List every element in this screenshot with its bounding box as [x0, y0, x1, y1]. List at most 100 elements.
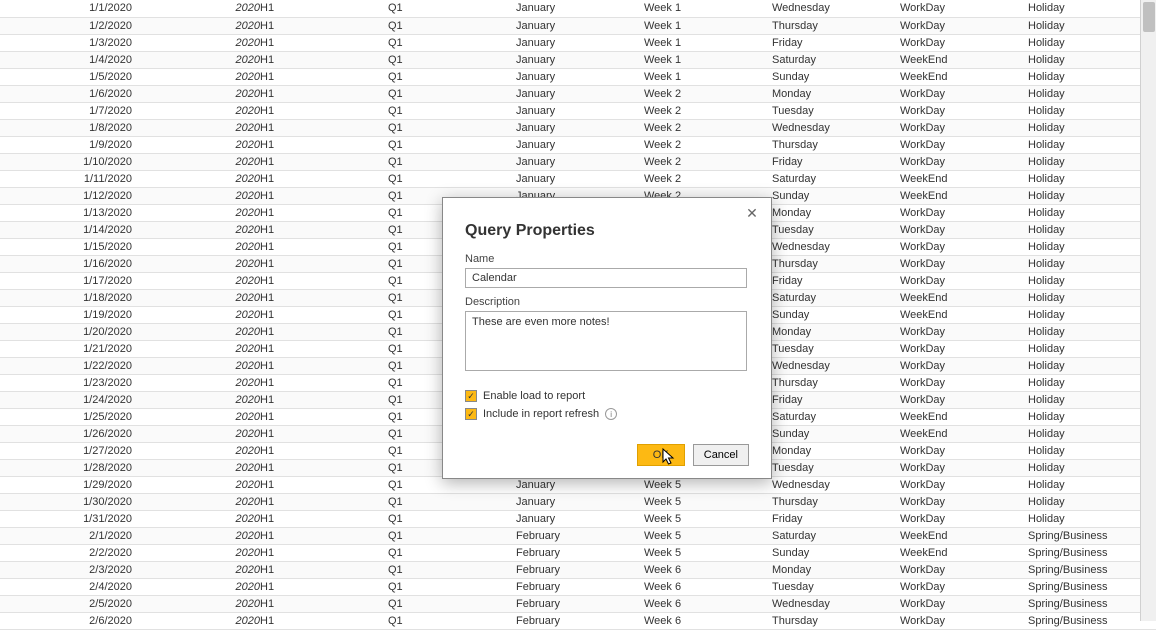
cell-season[interactable]: Spring/Business [1028, 578, 1156, 595]
cell-date[interactable]: 1/3/2020 [0, 34, 132, 51]
cell-year[interactable]: 2020 [132, 187, 260, 204]
cell-month[interactable]: February [516, 578, 644, 595]
cell-half[interactable]: H1 [260, 51, 388, 68]
cell-daytype[interactable]: WorkDay [900, 136, 1028, 153]
cell-daytype[interactable]: WorkDay [900, 476, 1028, 493]
cell-month[interactable]: January [516, 170, 644, 187]
cell-quarter[interactable]: Q1 [388, 119, 516, 136]
cell-day[interactable]: Saturday [772, 51, 900, 68]
cell-season[interactable]: Holiday [1028, 408, 1156, 425]
cell-quarter[interactable]: Q1 [388, 561, 516, 578]
cell-date[interactable]: 1/7/2020 [0, 102, 132, 119]
cell-day[interactable]: Wednesday [772, 476, 900, 493]
cell-half[interactable]: H1 [260, 442, 388, 459]
cell-daytype[interactable]: WorkDay [900, 510, 1028, 527]
cell-day[interactable]: Sunday [772, 187, 900, 204]
cell-year[interactable]: 2020 [132, 170, 260, 187]
cell-quarter[interactable]: Q1 [388, 102, 516, 119]
cell-week[interactable]: Week 1 [644, 51, 772, 68]
cell-daytype[interactable]: WorkDay [900, 578, 1028, 595]
cell-daytype[interactable]: WeekEnd [900, 527, 1028, 544]
cell-season[interactable]: Holiday [1028, 102, 1156, 119]
cell-year[interactable]: 2020 [132, 561, 260, 578]
cell-year[interactable]: 2020 [132, 391, 260, 408]
cell-year[interactable]: 2020 [132, 68, 260, 85]
cell-season[interactable]: Holiday [1028, 238, 1156, 255]
cell-season[interactable]: Holiday [1028, 51, 1156, 68]
cell-year[interactable]: 2020 [132, 289, 260, 306]
cell-date[interactable]: 2/4/2020 [0, 578, 132, 595]
cell-day[interactable]: Saturday [772, 527, 900, 544]
cell-half[interactable]: H1 [260, 527, 388, 544]
cell-month[interactable]: January [516, 34, 644, 51]
cell-season[interactable]: Holiday [1028, 476, 1156, 493]
cell-season[interactable]: Holiday [1028, 153, 1156, 170]
cell-month[interactable]: January [516, 136, 644, 153]
cell-year[interactable]: 2020 [132, 51, 260, 68]
table-row[interactable]: 1/3/20202020H1Q1JanuaryWeek 1FridayWorkD… [0, 34, 1156, 51]
cell-week[interactable]: Week 1 [644, 17, 772, 34]
cell-date[interactable]: 1/31/2020 [0, 510, 132, 527]
cell-date[interactable]: 1/4/2020 [0, 51, 132, 68]
cell-quarter[interactable]: Q1 [388, 170, 516, 187]
enable-load-row[interactable]: ✓ Enable load to report [465, 390, 749, 402]
cell-date[interactable]: 1/1/2020 [0, 0, 132, 17]
cell-half[interactable]: H1 [260, 85, 388, 102]
cell-half[interactable]: H1 [260, 119, 388, 136]
cell-date[interactable]: 1/18/2020 [0, 289, 132, 306]
cell-date[interactable]: 1/21/2020 [0, 340, 132, 357]
cell-quarter[interactable]: Q1 [388, 510, 516, 527]
cell-week[interactable]: Week 2 [644, 153, 772, 170]
cell-daytype[interactable]: WorkDay [900, 204, 1028, 221]
include-refresh-row[interactable]: ✓ Include in report refresh i [465, 408, 749, 420]
cell-year[interactable]: 2020 [132, 510, 260, 527]
cell-day[interactable]: Friday [772, 153, 900, 170]
cell-date[interactable]: 1/29/2020 [0, 476, 132, 493]
cell-day[interactable]: Sunday [772, 544, 900, 561]
cell-half[interactable]: H1 [260, 170, 388, 187]
cell-month[interactable]: January [516, 51, 644, 68]
cell-daytype[interactable]: WorkDay [900, 391, 1028, 408]
cell-month[interactable]: January [516, 510, 644, 527]
cell-daytype[interactable]: WorkDay [900, 0, 1028, 17]
cell-month[interactable]: January [516, 85, 644, 102]
cell-day[interactable]: Tuesday [772, 102, 900, 119]
cell-year[interactable]: 2020 [132, 255, 260, 272]
cell-quarter[interactable]: Q1 [388, 68, 516, 85]
cell-half[interactable]: H1 [260, 255, 388, 272]
cell-day[interactable]: Tuesday [772, 459, 900, 476]
cell-daytype[interactable]: WorkDay [900, 374, 1028, 391]
cell-date[interactable]: 1/15/2020 [0, 238, 132, 255]
cell-date[interactable]: 2/3/2020 [0, 561, 132, 578]
cell-year[interactable]: 2020 [132, 0, 260, 17]
cell-half[interactable]: H1 [260, 595, 388, 612]
cell-week[interactable]: Week 2 [644, 136, 772, 153]
cell-season[interactable]: Holiday [1028, 136, 1156, 153]
table-row[interactable]: 1/6/20202020H1Q1JanuaryWeek 2MondayWorkD… [0, 85, 1156, 102]
cell-year[interactable]: 2020 [132, 357, 260, 374]
cell-daytype[interactable]: WorkDay [900, 153, 1028, 170]
cell-date[interactable]: 1/6/2020 [0, 85, 132, 102]
cell-year[interactable]: 2020 [132, 34, 260, 51]
table-row[interactable]: 2/2/20202020H1Q1FebruaryWeek 5SundayWeek… [0, 544, 1156, 561]
cell-season[interactable]: Holiday [1028, 68, 1156, 85]
cell-day[interactable]: Friday [772, 34, 900, 51]
cell-week[interactable]: Week 6 [644, 561, 772, 578]
cell-daytype[interactable]: WorkDay [900, 221, 1028, 238]
cell-season[interactable]: Holiday [1028, 459, 1156, 476]
cell-day[interactable]: Thursday [772, 255, 900, 272]
cell-year[interactable]: 2020 [132, 102, 260, 119]
cell-half[interactable]: H1 [260, 187, 388, 204]
cell-half[interactable]: H1 [260, 238, 388, 255]
close-icon[interactable]: ✕ [745, 206, 759, 220]
cell-daytype[interactable]: WorkDay [900, 238, 1028, 255]
cell-year[interactable]: 2020 [132, 306, 260, 323]
cell-daytype[interactable]: WorkDay [900, 340, 1028, 357]
cell-daytype[interactable]: WeekEnd [900, 408, 1028, 425]
cell-quarter[interactable]: Q1 [388, 0, 516, 17]
cell-day[interactable]: Thursday [772, 493, 900, 510]
cell-season[interactable]: Holiday [1028, 442, 1156, 459]
cell-day[interactable]: Saturday [772, 408, 900, 425]
cell-half[interactable]: H1 [260, 544, 388, 561]
cell-year[interactable]: 2020 [132, 85, 260, 102]
